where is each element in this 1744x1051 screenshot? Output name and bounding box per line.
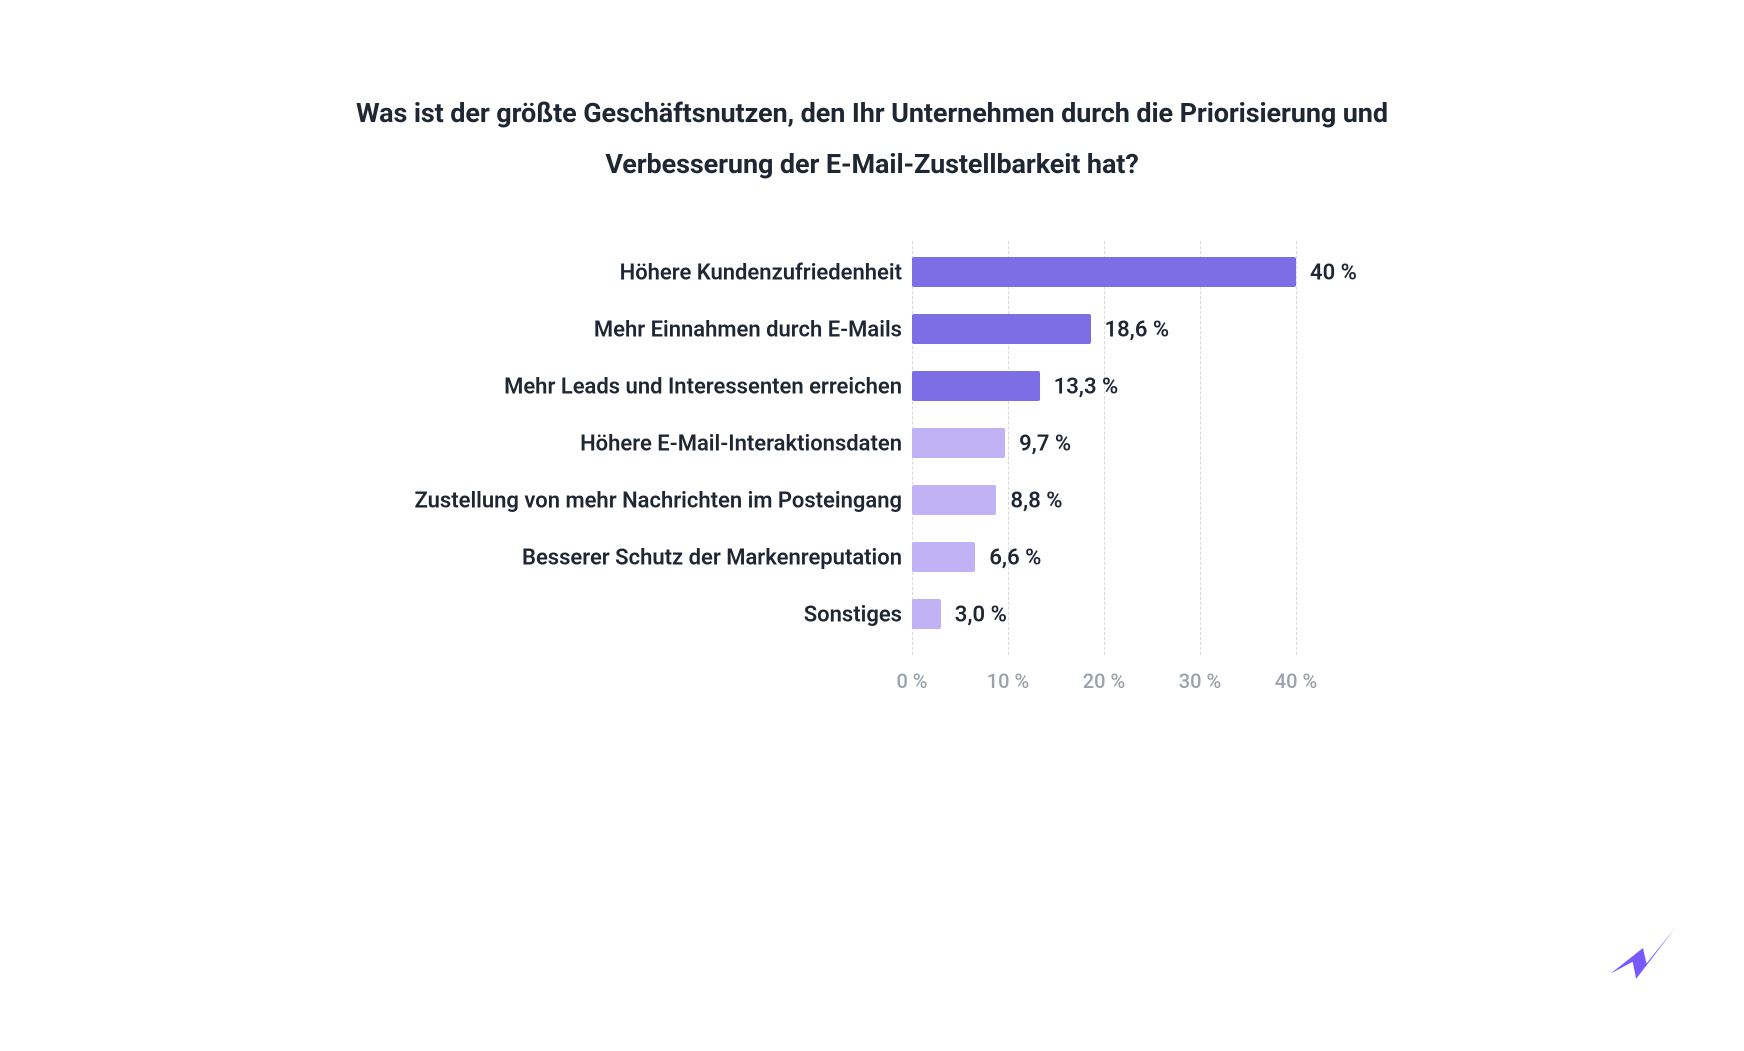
chart-x-axis: 0 % 10 % 20 % 30 % 40 % — [912, 669, 1392, 709]
chart-container: Was ist der größte Geschäftsnutzen, den … — [322, 88, 1422, 681]
x-tick-label: 0 % — [896, 669, 927, 693]
gridline — [1296, 241, 1297, 655]
category-label: Mehr Leads und Interessenten erreichen — [402, 374, 902, 399]
value-label: 13,3 % — [1054, 374, 1119, 399]
bar — [912, 542, 975, 572]
category-label: Zustellung von mehr Nachrichten im Poste… — [402, 488, 902, 513]
category-label: Sonstiges — [402, 602, 902, 627]
x-tick-label: 10 % — [987, 669, 1029, 693]
value-label: 3,0 % — [955, 602, 1007, 627]
category-label: Mehr Einnahmen durch E-Mails — [402, 317, 902, 342]
chart-row: Mehr Leads und Interessenten erreichen13… — [492, 367, 1252, 407]
chart-plot-area: Höhere Kundenzufriedenheit40 % Mehr Einna… — [492, 241, 1252, 681]
chart-row: Sonstiges3,0 % — [492, 595, 1252, 635]
value-label: 18,6 % — [1105, 317, 1170, 342]
category-label: Besserer Schutz der Markenreputation — [402, 545, 902, 570]
chart-title: Was ist der größte Geschäftsnutzen, den … — [322, 88, 1422, 191]
x-tick-label: 30 % — [1179, 669, 1221, 693]
value-label: 40 % — [1310, 260, 1357, 285]
chart-row: Besserer Schutz der Markenreputation6,6 … — [492, 538, 1252, 578]
bar — [912, 314, 1091, 344]
chart-rows: Höhere Kundenzufriedenheit40 % Mehr Einna… — [492, 253, 1252, 652]
category-label: Höhere Kundenzufriedenheit — [402, 260, 902, 285]
chart-row: Zustellung von mehr Nachrichten im Poste… — [492, 481, 1252, 521]
bar — [912, 485, 996, 515]
chart-row: Höhere Kundenzufriedenheit40 % — [492, 253, 1252, 293]
bar — [912, 257, 1296, 287]
category-label: Höhere E-Mail-Interaktionsdaten — [402, 431, 902, 456]
value-label: 9,7 % — [1019, 431, 1071, 456]
chart-row: Mehr Einnahmen durch E-Mails18,6 % — [492, 310, 1252, 350]
x-tick-label: 40 % — [1275, 669, 1317, 693]
x-tick-label: 20 % — [1083, 669, 1125, 693]
value-label: 6,6 % — [989, 545, 1041, 570]
value-label: 8,8 % — [1010, 488, 1062, 513]
bar — [912, 371, 1040, 401]
bar — [912, 599, 941, 629]
bar — [912, 428, 1005, 458]
chart-row: Höhere E-Mail-Interaktionsdaten9,7 % — [492, 424, 1252, 464]
brand-logo-icon — [1600, 917, 1686, 1003]
